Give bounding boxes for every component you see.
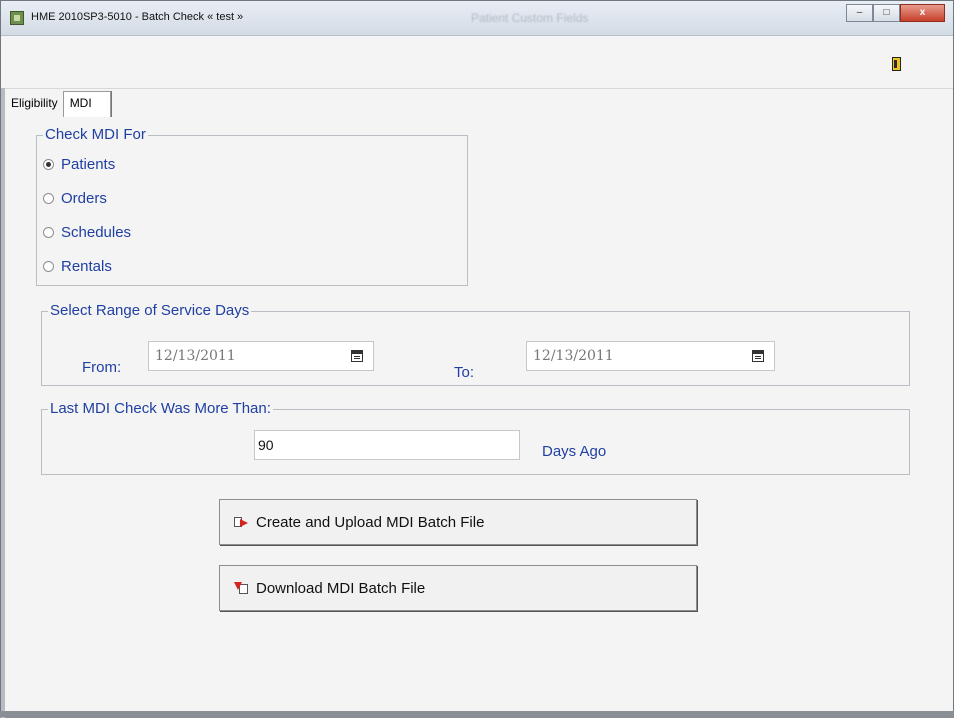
exit-door-icon[interactable] <box>892 57 901 71</box>
to-date-value: 12/13/2011 <box>533 348 614 364</box>
radio-button[interactable] <box>43 261 54 272</box>
maximize-button[interactable]: □ <box>873 4 900 22</box>
check-mdi-for-legend: Check MDI For <box>43 126 148 143</box>
radio-button[interactable] <box>43 193 54 204</box>
radio-schedules[interactable]: Schedules <box>43 224 131 241</box>
check-mdi-for-group: Check MDI For Patients Orders Schedules … <box>36 126 468 286</box>
radio-button-checked[interactable] <box>43 159 54 170</box>
calendar-icon[interactable] <box>351 350 363 362</box>
bottom-window-edge <box>0 711 954 717</box>
radio-label: Rentals <box>61 258 112 275</box>
window-title: HME 2010SP3-5010 - Batch Check « test » <box>31 11 244 23</box>
radio-patients[interactable]: Patients <box>43 156 115 173</box>
tab-eligibility[interactable]: Eligibility <box>9 91 60 117</box>
app-icon[interactable] <box>10 11 24 25</box>
last-check-legend: Last MDI Check Was More Than: <box>48 400 273 417</box>
download-button[interactable]: Download MDI Batch File <box>219 565 697 611</box>
create-upload-button[interactable]: Create and Upload MDI Batch File <box>219 499 697 545</box>
last-mdi-check-group: Last MDI Check Was More Than: 90 Days Ag… <box>41 400 910 475</box>
radio-orders[interactable]: Orders <box>43 190 107 207</box>
from-label: From: <box>82 359 122 376</box>
radio-rentals[interactable]: Rentals <box>43 258 112 275</box>
download-file-icon <box>234 582 250 594</box>
batch-check-window: HME 2010SP3-5010 - Batch Check « test » … <box>0 0 954 718</box>
toolbar <box>1 36 953 89</box>
tab-mdi[interactable]: MDI <box>62 91 111 117</box>
download-label: Download MDI Batch File <box>256 579 426 597</box>
radio-label: Schedules <box>61 224 132 241</box>
to-date-field[interactable]: 12/13/2011 <box>526 341 775 371</box>
days-input[interactable]: 90 <box>254 430 520 460</box>
calendar-icon[interactable] <box>752 350 764 362</box>
create-upload-label: Create and Upload MDI Batch File <box>256 513 485 531</box>
upload-file-icon <box>234 516 250 528</box>
from-date-value: 12/13/2011 <box>155 348 236 364</box>
days-ago-label: Days Ago <box>542 443 607 460</box>
service-days-range-group: Select Range of Service Days From: 12/13… <box>41 302 910 386</box>
left-window-edge <box>1 88 5 718</box>
from-date-field[interactable]: 12/13/2011 <box>148 341 374 371</box>
tab-strip: Eligibility MDI <box>9 91 111 117</box>
title-bar[interactable]: HME 2010SP3-5010 - Batch Check « test » … <box>1 1 953 36</box>
radio-button[interactable] <box>43 227 54 238</box>
minimize-button[interactable]: – <box>846 4 873 22</box>
radio-label: Orders <box>61 190 107 207</box>
radio-label: Patients <box>61 156 116 173</box>
close-button[interactable]: x <box>900 4 945 22</box>
service-days-legend: Select Range of Service Days <box>48 302 252 319</box>
background-window-title: Patient Custom Fields <box>471 11 589 25</box>
caption-buttons: – □ x <box>846 4 945 22</box>
to-label: To: <box>454 364 475 381</box>
